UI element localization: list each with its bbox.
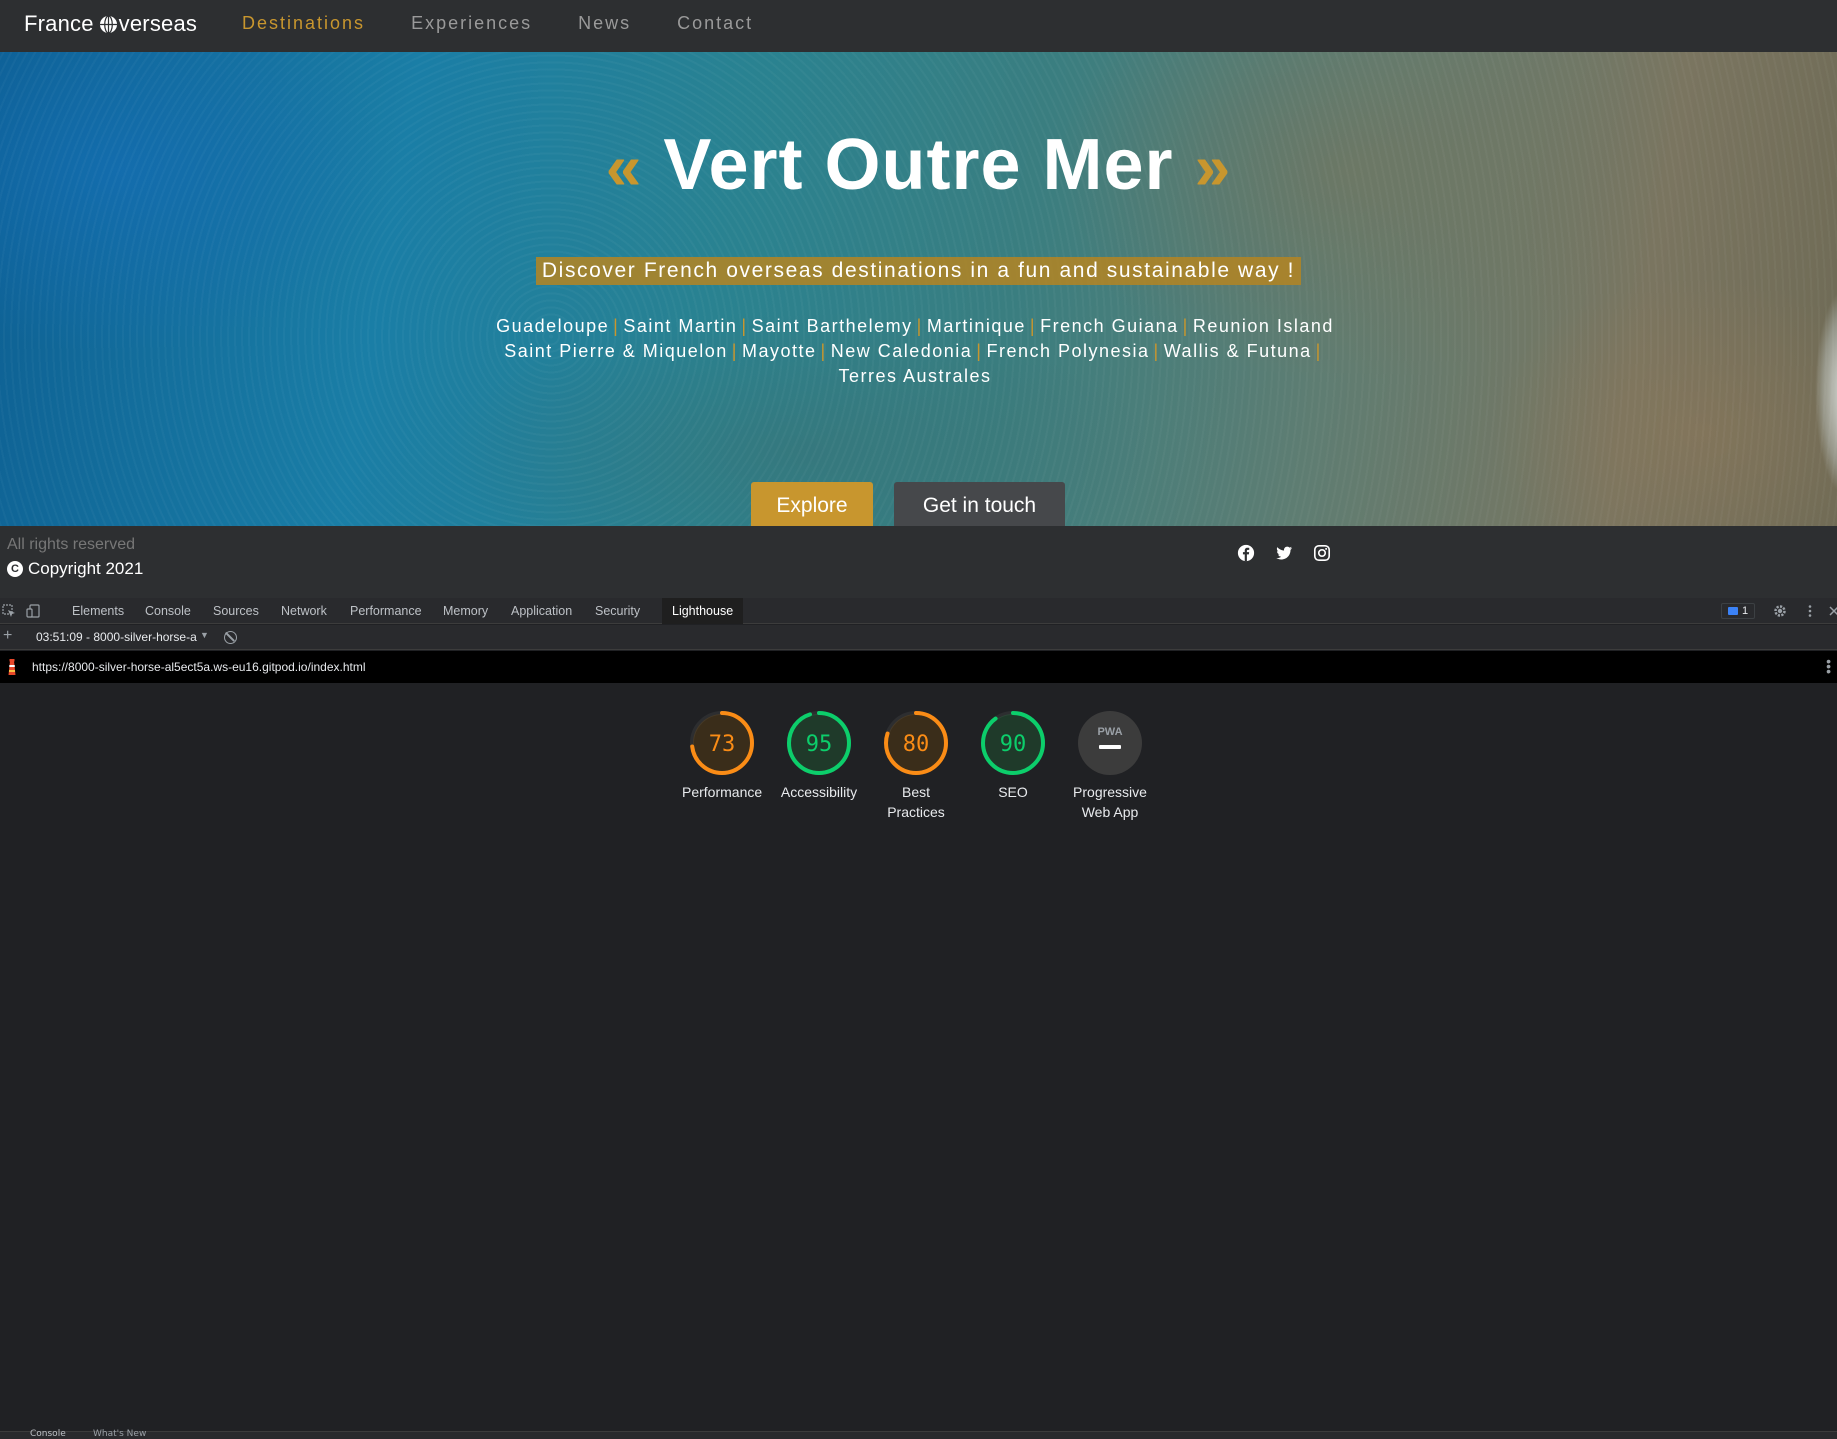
destination-item: Wallis & Futuna <box>1163 341 1312 361</box>
site-footer: All rights reserved C Copyright 2021 <box>0 526 1837 598</box>
score-ring: 73 <box>690 711 754 775</box>
tab-console[interactable]: Console <box>145 598 191 624</box>
destination-item: French Polynesia <box>986 341 1150 361</box>
tab-memory[interactable]: Memory <box>443 598 488 624</box>
drawer-tab-whats-new[interactable]: What's New <box>93 1429 146 1439</box>
lighthouse-scores: 73 Performance 95 Accessibility 80 Best Pract… <box>0 683 1837 841</box>
report-url-bar: https://8000-silver-horse-al5ect5a.ws-eu… <box>0 651 1837 683</box>
tab-performance[interactable]: Performance <box>350 598 422 624</box>
issues-badge[interactable]: 1 <box>1721 603 1755 619</box>
hero-title: « Vert Outre Mer » <box>0 124 1837 206</box>
hero-tagline: Discover French overseas destinations in… <box>535 257 1302 285</box>
new-report-icon[interactable]: + <box>3 627 12 645</box>
score-gauge[interactable]: 80 Best Practices <box>866 710 966 822</box>
devtools-panel: Elements Console Sources Network Perform… <box>0 598 1837 1439</box>
copyright-icon: C <box>7 561 23 577</box>
lighthouse-toolbar: + 03:51:09 - 8000-silver-horse-a ▼ <box>0 625 1837 650</box>
score-value: 73 <box>709 732 736 757</box>
score-ring: PWA <box>1078 711 1142 775</box>
score-gauge[interactable]: 95 Accessibility <box>769 710 869 802</box>
clear-reports-icon[interactable] <box>224 631 237 644</box>
score-gauge[interactable]: PWA Progressive Web App <box>1060 710 1160 822</box>
score-ring: 80 <box>884 711 948 775</box>
score-label: SEO <box>998 784 1028 800</box>
copyright-text: C Copyright 2021 <box>7 559 143 579</box>
score-value: 90 <box>1000 732 1027 757</box>
destination-item: Saint Pierre & Miquelon <box>504 341 728 361</box>
chevron-down-icon[interactable]: ▼ <box>200 630 209 640</box>
tab-security[interactable]: Security <box>595 598 640 624</box>
site-navbar: France verseas Destinations Experiences … <box>0 0 1837 52</box>
device-toolbar-icon[interactable] <box>26 604 40 618</box>
report-selector[interactable]: 03:51:09 - 8000-silver-horse-a <box>36 630 197 644</box>
rights-text: All rights reserved <box>7 536 136 553</box>
copyright-label: Copyright 2021 <box>28 559 144 578</box>
nav-contact[interactable]: Contact <box>677 13 753 34</box>
explore-button[interactable]: Explore <box>751 482 873 526</box>
inspect-element-icon[interactable] <box>2 604 16 618</box>
pwa-dash-icon <box>1099 745 1121 749</box>
hero-section: « Vert Outre Mer » Discover French overs… <box>0 52 1837 526</box>
destination-item: Terres Australes <box>838 366 992 386</box>
drawer-tabbar: Console What's New <box>0 1429 1837 1439</box>
issues-count: 1 <box>1741 605 1749 617</box>
score-gauge[interactable]: 90 SEO <box>963 710 1063 802</box>
score-label: Progressive Web App <box>1073 784 1147 820</box>
report-url[interactable]: https://8000-silver-horse-al5ect5a.ws-eu… <box>32 660 366 674</box>
destination-item: New Caledonia <box>830 341 973 361</box>
hero-surf-decoration <box>1777 262 1837 526</box>
destination-item: Saint Barthelemy <box>751 316 913 336</box>
brand-prefix: France <box>24 11 94 36</box>
nav-experiences[interactable]: Experiences <box>411 13 532 34</box>
close-devtools-icon[interactable] <box>1827 604 1837 618</box>
nav-news[interactable]: News <box>578 13 631 34</box>
gear-icon[interactable] <box>1773 604 1787 618</box>
score-value: 80 <box>903 732 930 757</box>
score-label: Performance <box>682 784 763 800</box>
social-links <box>1237 544 1351 562</box>
tab-network[interactable]: Network <box>281 598 327 624</box>
facebook-icon[interactable] <box>1237 544 1255 562</box>
destination-item: Guadeloupe <box>496 316 610 336</box>
hero-title-text: Vert Outre Mer <box>663 125 1174 205</box>
quote-close: » <box>1194 131 1232 203</box>
score-value: 95 <box>806 732 833 757</box>
devtools-tabbar: Elements Console Sources Network Perform… <box>0 598 1837 624</box>
destination-item: Reunion Island <box>1192 316 1334 336</box>
score-ring: 95 <box>787 711 851 775</box>
report-menu-icon[interactable]: • • • <box>1826 654 1831 678</box>
drawer-tab-console[interactable]: Console <box>30 1429 66 1439</box>
destination-item: French Guiana <box>1040 316 1179 336</box>
pwa-badge-text: PWA <box>1097 726 1122 738</box>
nav-destinations[interactable]: Destinations <box>242 13 365 34</box>
twitter-icon[interactable] <box>1275 544 1293 562</box>
destination-item: Mayotte <box>741 341 817 361</box>
destination-item: Saint Martin <box>623 316 738 336</box>
globe-icon <box>99 14 117 34</box>
more-options-icon[interactable] <box>1803 604 1817 618</box>
score-label: Accessibility <box>780 784 858 800</box>
message-icon <box>1727 607 1738 615</box>
tab-sources[interactable]: Sources <box>213 598 259 624</box>
brand-logo[interactable]: France verseas <box>24 11 197 37</box>
score-gauge[interactable]: 73 Performance <box>672 710 772 802</box>
brand-suffix: verseas <box>118 11 198 36</box>
destination-item: Martinique <box>926 316 1026 336</box>
instagram-icon[interactable] <box>1313 544 1331 562</box>
main-nav: Destinations Experiences News Contact <box>242 13 799 34</box>
quote-open: « <box>605 131 643 203</box>
destination-list: Guadeloupe | Saint Martin | Saint Barthelemy… <box>496 316 1334 386</box>
get-in-touch-button[interactable]: Get in touch <box>894 482 1065 526</box>
tab-application[interactable]: Application <box>511 598 572 624</box>
lighthouse-logo-icon <box>8 659 16 675</box>
score-ring: 90 <box>981 711 1045 775</box>
score-label: Best Practices <box>887 784 945 820</box>
tab-elements[interactable]: Elements <box>72 598 124 624</box>
tab-lighthouse[interactable]: Lighthouse <box>662 598 744 624</box>
